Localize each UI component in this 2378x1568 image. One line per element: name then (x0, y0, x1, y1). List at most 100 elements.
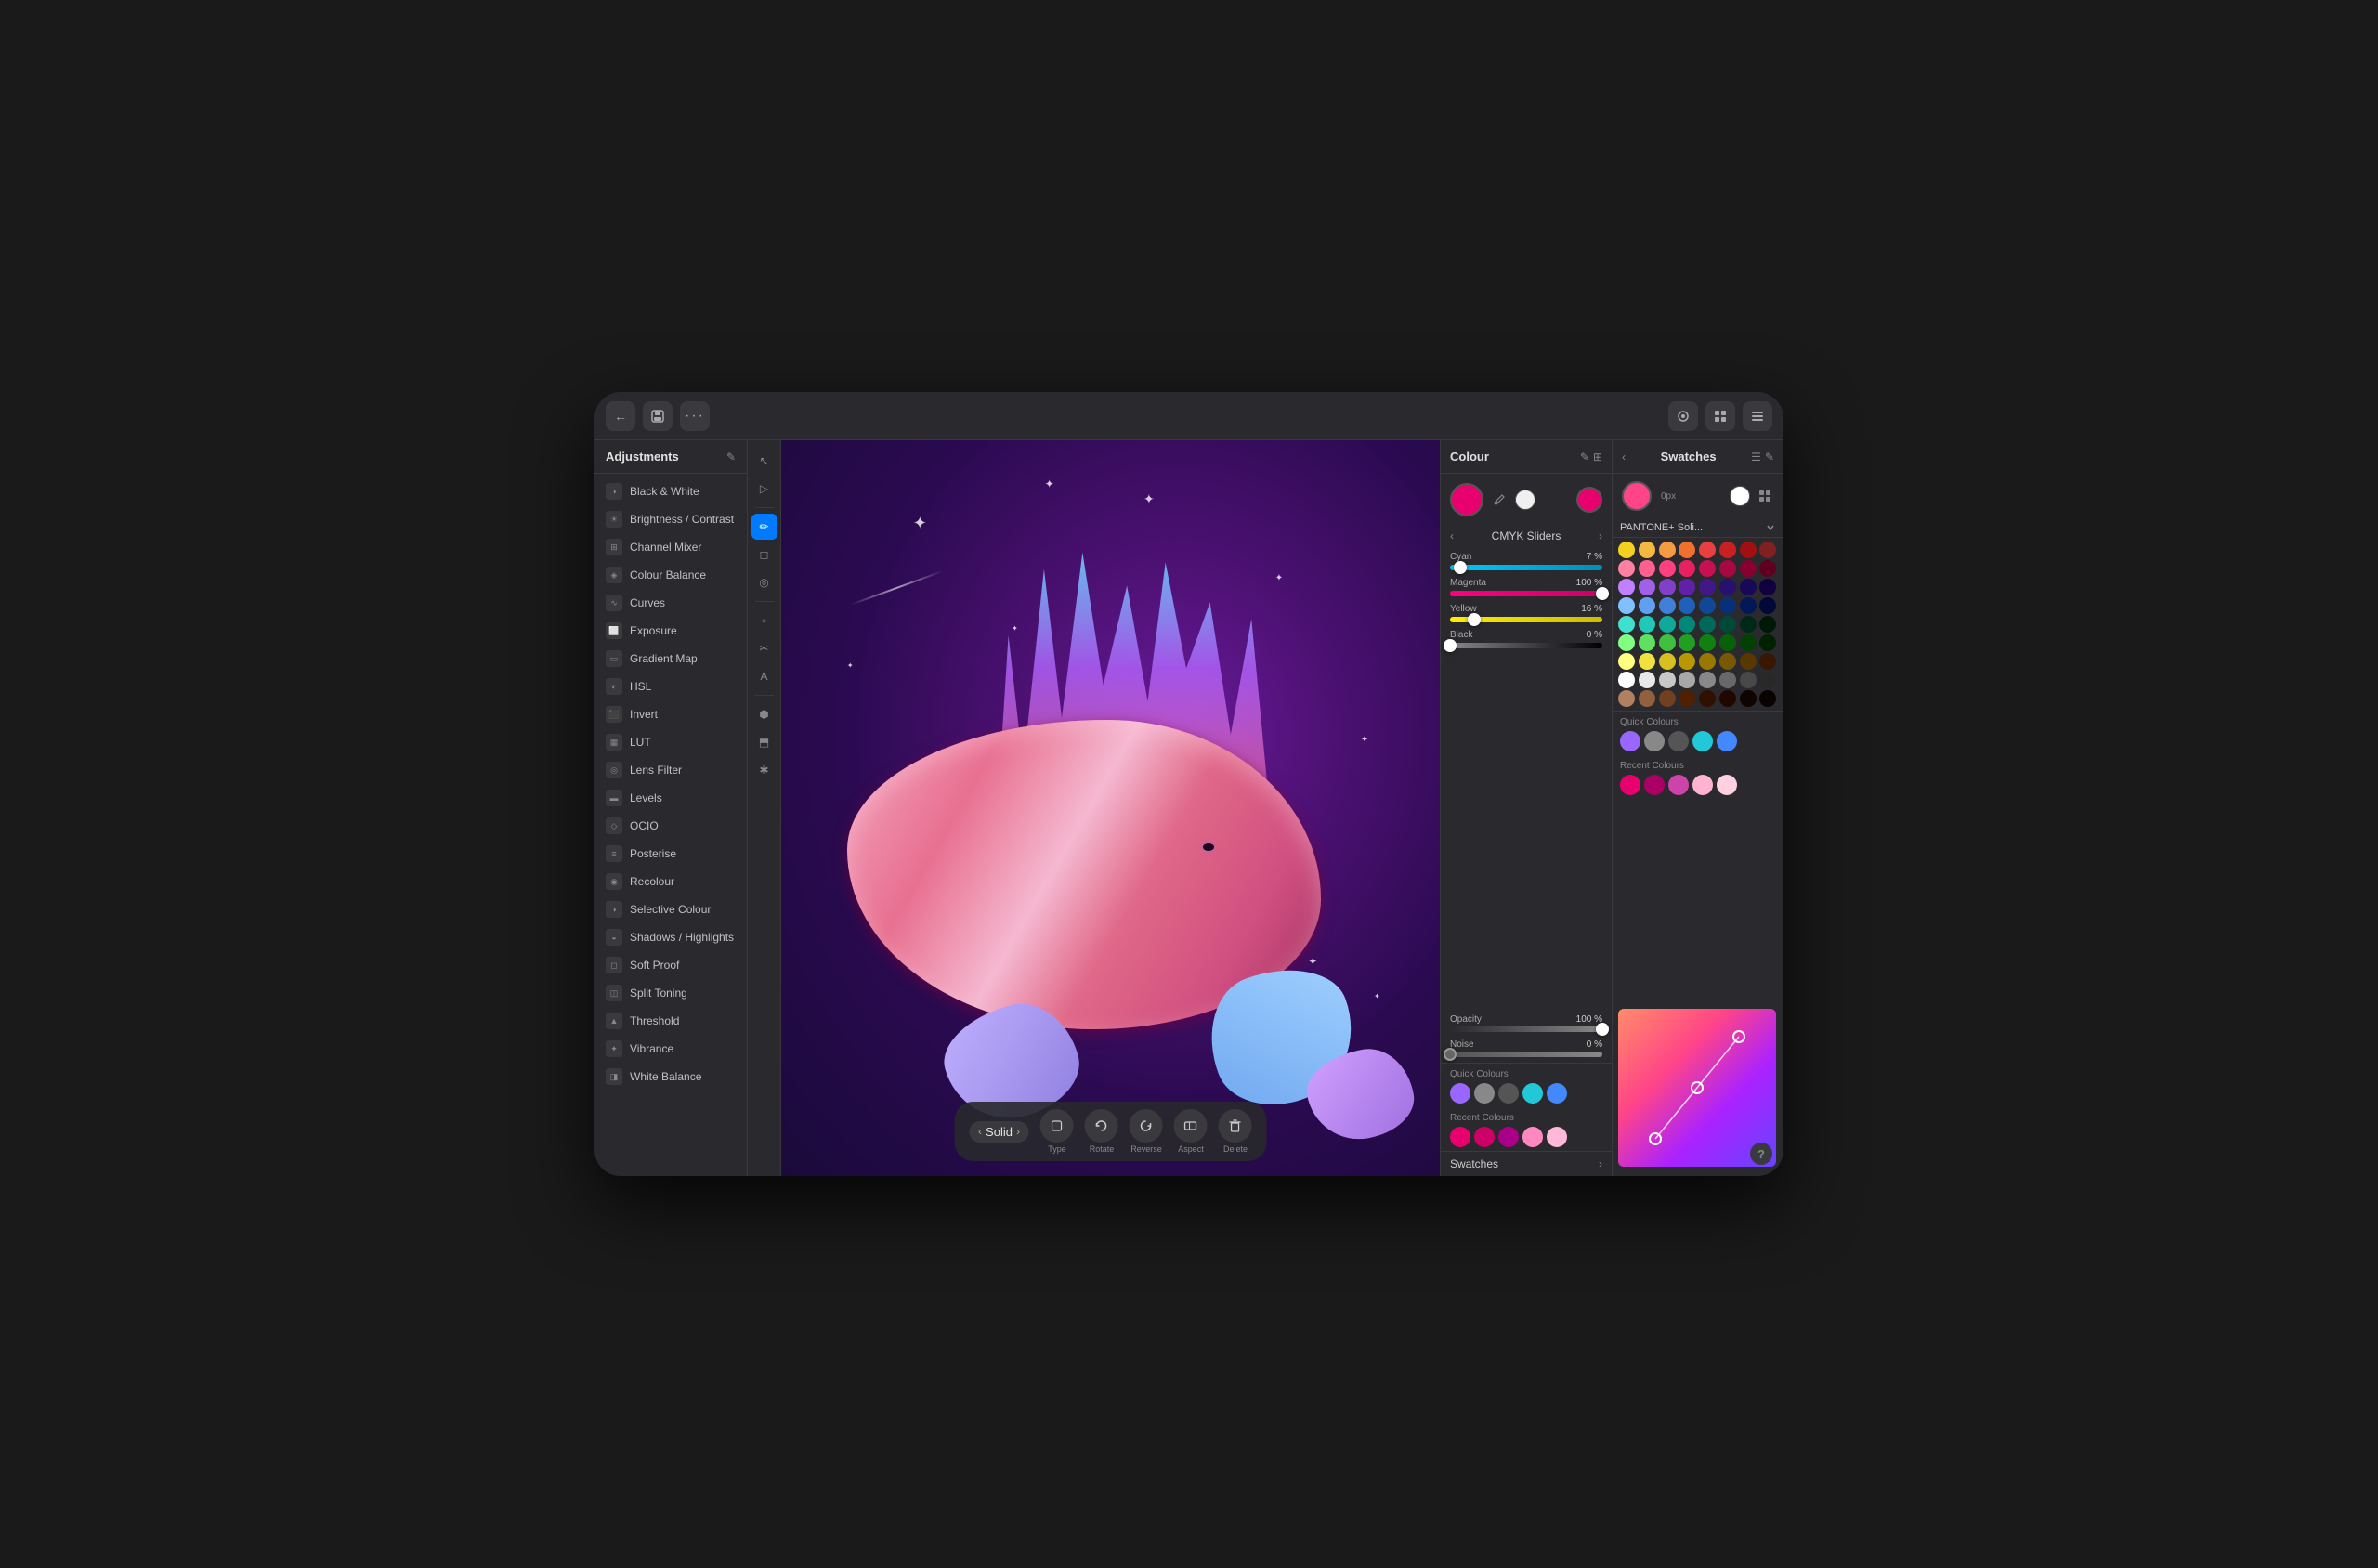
swatches-recent-colour-3[interactable] (1692, 775, 1713, 795)
adj-item-selective-colour[interactable]: ◑ Selective Colour (594, 895, 747, 923)
quick-colour-4[interactable] (1547, 1083, 1567, 1104)
recent-colour-4[interactable] (1547, 1127, 1567, 1147)
swatch-cell[interactable] (1679, 672, 1695, 688)
recent-colour-1[interactable] (1474, 1127, 1495, 1147)
swatch-cell[interactable] (1639, 616, 1655, 633)
help-button[interactable]: ? (1750, 1143, 1772, 1165)
adj-item-ocio[interactable]: ◇ OCIO (594, 812, 747, 840)
adjustments-header-icon[interactable]: ✎ (726, 451, 736, 464)
recent-colour-2[interactable] (1498, 1127, 1519, 1147)
adj-item-posterise[interactable]: ≡ Posterise (594, 840, 747, 868)
swatch-cell[interactable] (1719, 597, 1736, 614)
noise-thumb[interactable] (1444, 1048, 1457, 1061)
colour-header-edit[interactable]: ✎ (1580, 451, 1589, 464)
cmyk-thumb-2[interactable] (1468, 613, 1481, 626)
swatch-cell[interactable] (1699, 634, 1716, 651)
view-toggle-3[interactable] (1743, 401, 1772, 431)
swatch-cell[interactable] (1699, 616, 1716, 633)
swatch-top-white[interactable] (1730, 486, 1750, 506)
swatch-cell[interactable] (1639, 690, 1655, 707)
swatch-cell[interactable] (1759, 634, 1776, 651)
vector-tool[interactable]: ⬢ (751, 701, 777, 727)
aspect-btn[interactable]: Aspect (1174, 1109, 1208, 1154)
cmyk-thumb-3[interactable] (1444, 639, 1457, 652)
adj-item-split-toning[interactable]: ◫ Split Toning (594, 979, 747, 1007)
colour-header-more[interactable]: ⊞ (1593, 451, 1602, 464)
swatch-cell[interactable] (1659, 616, 1676, 633)
adj-item-black--white[interactable]: ◑ Black & White (594, 477, 747, 505)
save-button[interactable] (643, 401, 673, 431)
swatch-cell[interactable] (1618, 653, 1635, 670)
quick-colour-1[interactable] (1474, 1083, 1495, 1104)
fill-tool[interactable]: ⬒ (751, 729, 777, 755)
adj-item-curves[interactable]: ∿ Curves (594, 589, 747, 617)
transform-tool[interactable]: ⌖ (751, 608, 777, 634)
swatches-recent-colour-2[interactable] (1668, 775, 1689, 795)
swatch-cell[interactable] (1618, 616, 1635, 633)
swatch-cell[interactable] (1639, 653, 1655, 670)
adj-item-invert[interactable]: ⬛ Invert (594, 700, 747, 728)
swatch-cell[interactable] (1719, 579, 1736, 595)
swatch-cell[interactable] (1759, 690, 1776, 707)
swatch-cell[interactable] (1759, 672, 1776, 688)
clone-tool[interactable]: ✱ (751, 757, 777, 783)
swatch-cell[interactable] (1618, 560, 1635, 577)
swatch-cell[interactable] (1699, 542, 1716, 558)
swatch-cell[interactable] (1719, 542, 1736, 558)
swatches-recent-colour-1[interactable] (1644, 775, 1665, 795)
delete-btn[interactable]: Delete (1219, 1109, 1252, 1154)
opacity-slider[interactable] (1450, 1026, 1602, 1032)
adj-item-hsl[interactable]: ◐ HSL (594, 673, 747, 700)
recent-colour-3[interactable] (1522, 1127, 1543, 1147)
swatch-cell[interactable] (1618, 634, 1635, 651)
swatch-cell[interactable] (1740, 579, 1757, 595)
adj-item-channel-mixer[interactable]: ⊞ Channel Mixer (594, 533, 747, 561)
swatch-cell[interactable] (1659, 672, 1676, 688)
swatch-cell[interactable] (1740, 634, 1757, 651)
swatch-cell[interactable] (1659, 542, 1676, 558)
noise-slider[interactable] (1450, 1052, 1602, 1057)
shape-tool[interactable]: ◻ (751, 542, 777, 568)
adj-item-threshold[interactable]: ▲ Threshold (594, 1007, 747, 1035)
swatch-cell[interactable] (1699, 597, 1716, 614)
cmyk-thumb-0[interactable] (1454, 561, 1467, 574)
back-button[interactable]: ← (606, 401, 635, 431)
adj-item-shadows--highlights[interactable]: ◒ Shadows / Highlights (594, 923, 747, 951)
swatch-cell[interactable] (1719, 653, 1736, 670)
swatch-cell[interactable] (1740, 560, 1757, 577)
swatch-cell[interactable] (1618, 579, 1635, 595)
adj-item-vibrance[interactable]: ✦ Vibrance (594, 1035, 747, 1063)
swatch-cell[interactable] (1759, 560, 1776, 577)
opacity-thumb[interactable] (1596, 1023, 1609, 1036)
gradient-preview[interactable] (1618, 1009, 1776, 1167)
swatch-cell[interactable] (1759, 542, 1776, 558)
swatch-cell[interactable] (1639, 634, 1655, 651)
swatch-cell[interactable] (1639, 542, 1655, 558)
swatches-recent-colour-4[interactable] (1717, 775, 1737, 795)
adj-item-levels[interactable]: ▬ Levels (594, 784, 747, 812)
swatch-cell[interactable] (1639, 560, 1655, 577)
swatch-cell[interactable] (1699, 560, 1716, 577)
swatch-cell[interactable] (1618, 597, 1635, 614)
cmyk-slider-0[interactable] (1450, 565, 1602, 570)
swatch-cell[interactable] (1759, 653, 1776, 670)
swatches-back-btn[interactable]: ‹ (1622, 451, 1626, 464)
swatch-cell[interactable] (1618, 672, 1635, 688)
adj-item-lens-filter[interactable]: ◎ Lens Filter (594, 756, 747, 784)
move-tool[interactable]: ▷ (751, 476, 777, 502)
swatch-cell[interactable] (1679, 634, 1695, 651)
swatch-cell[interactable] (1659, 597, 1676, 614)
view-toggle-2[interactable] (1705, 401, 1735, 431)
swatch-cell[interactable] (1740, 616, 1757, 633)
swatch-cell[interactable] (1639, 597, 1655, 614)
swatch-cell[interactable] (1679, 579, 1695, 595)
adj-item-gradient-map[interactable]: ▭ Gradient Map (594, 645, 747, 673)
swatch-cell[interactable] (1740, 653, 1757, 670)
swatch-cell[interactable] (1639, 579, 1655, 595)
swatches-quick-colour-4[interactable] (1717, 731, 1737, 751)
swatch-cell[interactable] (1659, 690, 1676, 707)
cmyk-slider-2[interactable] (1450, 617, 1602, 622)
adj-item-colour-balance[interactable]: ◈ Colour Balance (594, 561, 747, 589)
select-tool[interactable]: ↖ (751, 448, 777, 474)
adj-item-recolour[interactable]: ◉ Recolour (594, 868, 747, 895)
